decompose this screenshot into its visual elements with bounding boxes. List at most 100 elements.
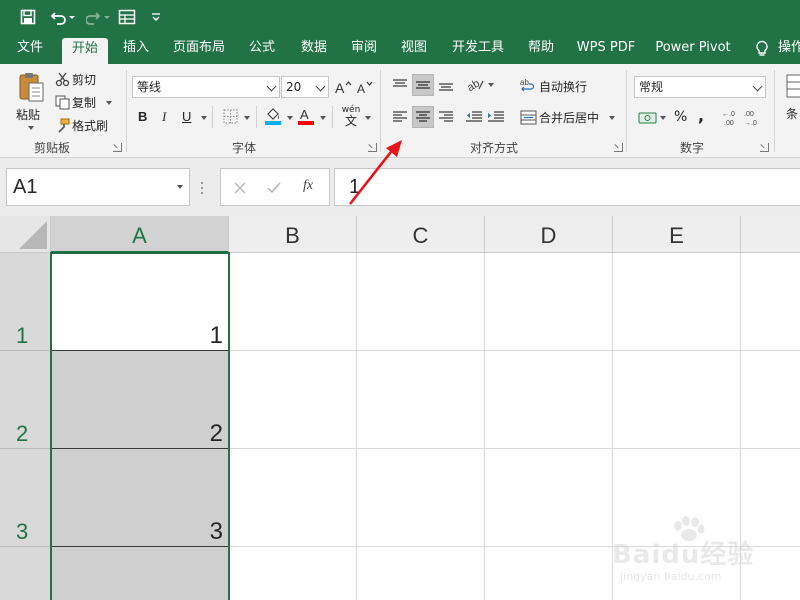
copy-icon[interactable] [54, 94, 70, 110]
cell-d2[interactable] [485, 351, 613, 449]
resize-handle-icon[interactable] [201, 182, 204, 194]
column-header-c[interactable]: C [357, 216, 485, 253]
phonetic-dropdown-arrow[interactable] [365, 116, 371, 120]
row-header-4[interactable] [0, 547, 51, 600]
number-launcher-icon[interactable] [760, 143, 769, 152]
column-header-a[interactable]: A [51, 216, 229, 253]
merge-center-button[interactable]: 合并后居中 [539, 109, 599, 126]
wrap-text-button[interactable]: 自动换行 [539, 78, 587, 95]
paste-icon[interactable] [16, 70, 46, 104]
cell-e1[interactable] [613, 253, 741, 351]
orientation-icon[interactable]: ab [466, 75, 486, 95]
number-format-dropdown[interactable]: 常规 [634, 76, 766, 98]
cell-b1[interactable] [229, 253, 357, 351]
tab-review[interactable]: 审阅 [342, 36, 386, 64]
tab-data[interactable]: 数据 [292, 36, 336, 64]
tab-tell-me[interactable]: 操作 [778, 36, 800, 64]
paste-dropdown-arrow[interactable] [28, 126, 34, 130]
insert-function-button[interactable]: fx [303, 178, 313, 194]
cell-d1[interactable] [485, 253, 613, 351]
clipboard-launcher-icon[interactable] [113, 143, 122, 152]
increase-font-size-icon[interactable]: A [334, 78, 352, 96]
tab-power-pivot[interactable]: Power Pivot [650, 36, 736, 64]
cut-button[interactable]: 剪切 [72, 71, 96, 88]
select-all-button[interactable] [0, 216, 51, 253]
name-box[interactable]: A1 [6, 168, 190, 206]
tab-view[interactable]: 视图 [392, 36, 436, 64]
scissors-icon[interactable] [54, 71, 70, 87]
row-header-3[interactable]: 3 [0, 449, 51, 547]
underline-dropdown-arrow[interactable] [201, 116, 207, 120]
borders-dropdown-arrow[interactable] [244, 116, 250, 120]
comma-style-button[interactable]: , [698, 106, 704, 125]
lightbulb-icon[interactable] [752, 36, 772, 64]
cell-a4[interactable] [51, 547, 229, 600]
conditional-formatting-button[interactable]: 条 [786, 105, 798, 122]
enter-icon[interactable] [265, 179, 283, 197]
cell-d4[interactable] [485, 547, 613, 600]
tab-home[interactable]: 开始 [62, 38, 108, 64]
conditional-formatting-icon[interactable] [786, 72, 800, 102]
decrease-decimal-icon[interactable]: .00 →.0 [744, 108, 762, 128]
column-header-e[interactable]: E [613, 216, 741, 253]
align-center-icon[interactable] [413, 106, 433, 128]
align-middle-icon[interactable] [413, 75, 433, 95]
format-painter-icon[interactable] [54, 117, 70, 133]
font-color-icon[interactable]: A [297, 106, 315, 126]
increase-decimal-icon[interactable]: ←.0.00 [722, 108, 740, 128]
tab-help[interactable]: 帮助 [520, 36, 562, 64]
row-header-1[interactable]: 1 [0, 253, 51, 351]
column-header-d[interactable]: D [485, 216, 613, 253]
save-icon[interactable] [16, 6, 40, 28]
align-left-icon[interactable] [390, 106, 410, 128]
currency-format-icon[interactable] [637, 108, 657, 128]
cell-a3[interactable]: 3 [51, 449, 229, 547]
decrease-font-size-icon[interactable]: A [356, 78, 374, 96]
bold-button[interactable]: B [138, 109, 147, 124]
decrease-indent-icon[interactable] [464, 106, 484, 128]
font-color-dropdown-arrow[interactable] [320, 116, 326, 120]
copy-button[interactable]: 复制 [72, 94, 96, 111]
tab-developer[interactable]: 开发工具 [444, 36, 512, 64]
phonetic-guide-icon[interactable]: wén 文 [340, 104, 362, 128]
cell-f1[interactable] [741, 253, 800, 351]
cell-c4[interactable] [357, 547, 485, 600]
cell-d3[interactable] [485, 449, 613, 547]
cell-f2[interactable] [741, 351, 800, 449]
align-right-icon[interactable] [436, 106, 456, 128]
italic-button[interactable]: I [162, 109, 166, 125]
redo-icon[interactable] [84, 6, 114, 28]
increase-indent-icon[interactable] [486, 106, 506, 128]
name-box-dropdown-arrow[interactable] [177, 185, 183, 189]
merge-center-icon[interactable] [519, 108, 537, 126]
align-top-icon[interactable] [390, 75, 410, 95]
tab-formulas[interactable]: 公式 [240, 36, 284, 64]
row-header-2[interactable]: 2 [0, 351, 51, 449]
tab-wps-pdf[interactable]: WPS PDF [572, 36, 640, 64]
customize-icon[interactable] [146, 6, 166, 28]
cell-a1[interactable]: 1 [51, 253, 229, 351]
tab-file[interactable]: 文件 [8, 36, 52, 64]
orientation-dropdown-arrow[interactable] [488, 83, 494, 87]
cell-b4[interactable] [229, 547, 357, 600]
cell-c1[interactable] [357, 253, 485, 351]
cell-e2[interactable] [613, 351, 741, 449]
column-header-b[interactable]: B [229, 216, 357, 253]
underline-button[interactable]: U [182, 109, 191, 124]
format-painter-button[interactable]: 格式刷 [72, 117, 108, 134]
merge-dropdown-arrow[interactable] [609, 116, 615, 120]
borders-icon[interactable] [222, 108, 238, 124]
cell-c3[interactable] [357, 449, 485, 547]
column-header-f[interactable] [741, 216, 800, 253]
cell-c2[interactable] [357, 351, 485, 449]
align-bottom-icon[interactable] [436, 75, 456, 95]
wrap-text-icon[interactable]: ab [520, 76, 536, 94]
cell-a2[interactable]: 2 [51, 351, 229, 449]
currency-dropdown-arrow[interactable] [660, 116, 666, 120]
form-icon[interactable] [116, 6, 138, 28]
font-name-dropdown[interactable]: 等线 [132, 76, 280, 98]
fill-color-icon[interactable] [264, 106, 282, 126]
fill-color-dropdown-arrow[interactable] [287, 116, 293, 120]
tab-page-layout[interactable]: 页面布局 [166, 36, 232, 64]
percent-style-button[interactable]: % [674, 109, 687, 125]
